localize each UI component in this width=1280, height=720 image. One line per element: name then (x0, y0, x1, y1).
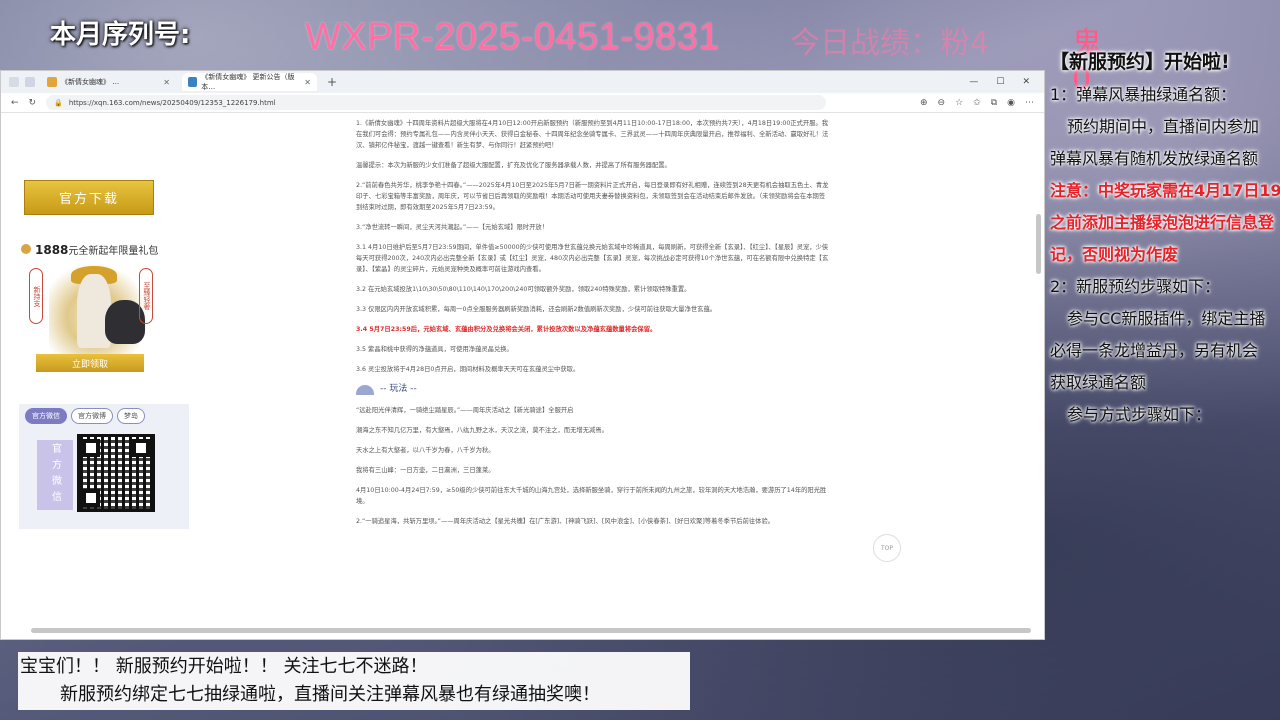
announcement-line: 参与方式步骤如下： (1067, 405, 1212, 424)
article-body: 1.《新倩女幽魂》十四周年资料片超级大服将在4月10日12:00开启新服预约（新… (356, 118, 831, 536)
tab-actions-icon[interactable] (9, 77, 19, 87)
qr-finder-mark (82, 489, 100, 507)
announcement-notice: 注意：中奖玩家需在4月17日19点 (1050, 181, 1280, 200)
giftpack-side-label-right: 至臻轻奢 (139, 268, 153, 324)
giftpack-card: 1888元全新起年限量礼包 新持支 至臻轻奢 立即领取 (19, 242, 189, 377)
coin-icon (21, 244, 31, 254)
collections-icon[interactable]: ⧉ (991, 98, 997, 108)
giftpack-amount: 1888 (35, 243, 69, 257)
announcement-heading: 【新服预约】开始啦! (1050, 51, 1230, 73)
stream-top-bar: 本月序列号: WXPR-2025-0451-9831 今日战绩：粉4 鬼0 (0, 0, 1102, 97)
new-tab-button[interactable]: + (327, 75, 337, 89)
article-paragraph: 3.5 紫晶和桃中获得的净蕴道具，可使用净蕴灵晶兑换。 (356, 346, 513, 353)
horizontal-scrollbar[interactable] (31, 628, 1031, 633)
article-paragraph: 3.4 5月7日23:59后，元始玄域、玄蕴由积分及兑换将会关闭，累计投放次数以… (356, 326, 657, 333)
tab-official-weibo[interactable]: 官方微博 (71, 408, 113, 424)
toolbar-icons: ⊕ ⊖ ☆ ✩ ⧉ ◉ ⋯ (920, 98, 1034, 108)
announcement-line: 获取绿通名额 (1050, 373, 1147, 392)
browser-window: 《新倩女幽魂》 … ✕ 《新倩女幽魂》 更新公告（版本… ✕ + — ☐ ✕ ←… (0, 70, 1045, 640)
qr-tabs: 官方微信 官方微博 梦岛 (25, 408, 145, 424)
favorite-star-icon[interactable]: ☆ (955, 98, 963, 108)
giftpack-side-label-left: 新持支 (29, 268, 43, 324)
lock-icon: 🔒 (54, 98, 63, 107)
zoom-icon[interactable]: ⊖ (938, 98, 946, 108)
tab-official-wechat[interactable]: 官方微信 (25, 408, 67, 424)
serial-value: WXPR-2025-0451-9831 (305, 16, 721, 58)
browser-toolbar: ← ↻ 🔒 https://xqn.163.com/news/20250409/… (1, 93, 1044, 113)
claim-now-button[interactable]: 立即领取 (36, 354, 144, 372)
announcement-panel: 【新服预约】开始啦! 1：弹幕风暴抽绿通名额： 预约期间中，直播间内参加 弹幕风… (1045, 45, 1280, 425)
character-illustration (49, 262, 149, 354)
qr-finder-mark (82, 439, 100, 457)
profile-icon[interactable]: ◉ (1007, 98, 1015, 108)
browser-tab-2[interactable]: 《新倩女幽魂》 更新公告（版本… ✕ (182, 73, 317, 91)
qr-code (77, 434, 155, 512)
banner-line-1: 宝宝们！！ 新服预约开始啦！！ 关注七七不迷路！ (20, 656, 428, 677)
article-paragraph: 3.2 在元始玄域投放1\10\30\50\80\110\140\170\200… (356, 286, 691, 293)
favorites-icon[interactable]: ✩ (973, 98, 981, 108)
maximize-button[interactable]: ☐ (996, 77, 1004, 87)
article-paragraph: 3.1 4月10日维护后至5月7日23:59期间，单件值≥50000的少侠可使用… (356, 244, 829, 273)
article-paragraph: 3.“净世流转一瞬间，灵尘天河共潮起。”——【元始玄域】限时开放！ (356, 224, 548, 231)
minimize-button[interactable]: — (969, 77, 978, 87)
url-text: https://xqn.163.com/news/20250409/12353_… (68, 98, 276, 107)
article-paragraph: 4月10日10:00-4月24日7:59，≥50级的少侠可前往东大千城的山海九宫… (356, 487, 827, 505)
giftpack-text: 元全新起年限量礼包 (68, 246, 159, 257)
refresh-icon[interactable]: ↻ (29, 98, 37, 108)
address-bar[interactable]: 🔒 https://xqn.163.com/news/20250409/1235… (46, 95, 827, 110)
announcement-item-2-title: 2：新服预约步骤如下： (1050, 277, 1221, 296)
window-controls: — ☐ ✕ (969, 77, 1044, 87)
site-favicon-icon (47, 77, 57, 87)
announcement-line: 必得一条龙增益丹，另有机会 (1050, 341, 1259, 360)
giftpack-title: 1888元全新起年限量礼包 (35, 242, 158, 257)
announcement-line: 参与CC新服插件，绑定主播 (1067, 309, 1266, 328)
article-paragraph: 1.《新倩女幽魂》十四周年资料片超级大服将在4月10日12:00开启新服预约（新… (356, 120, 829, 149)
tab-title: 《新倩女幽魂》 更新公告（版本… (201, 73, 295, 91)
score-text: 今日战绩：粉4 (790, 26, 990, 61)
left-panel: 官方下载 1888元全新起年限量礼包 新持支 至臻轻奢 立即领取 官方微信 官方… (19, 114, 189, 584)
article-paragraph: 潮海之东不知几亿万里，有大壑焉，八纮九野之水，天汉之流，莫不注之，而无增无减焉。 (356, 427, 608, 434)
back-to-top-button[interactable]: TOP (873, 534, 901, 562)
section-heading: -- 玩法 -- (356, 384, 831, 395)
official-download-button[interactable]: 官方下载 (24, 180, 154, 215)
workspaces-icon[interactable] (25, 77, 35, 87)
more-menu-icon[interactable]: ⋯ (1025, 98, 1034, 108)
close-tab-icon[interactable]: ✕ (304, 78, 311, 87)
vertical-scrollbar[interactable] (1036, 214, 1041, 274)
announcement-item-1-title: 1：弹幕风暴抽绿通名额： (1050, 85, 1237, 104)
article-paragraph: “远赴阳光伴清辉，一骑绝尘踏星辰。”——周年庆活动之【新光骑途】全服开启 (356, 407, 574, 414)
tab-strip: 《新倩女幽魂》 … ✕ 《新倩女幽魂》 更新公告（版本… ✕ + — ☐ ✕ (1, 71, 1044, 93)
qr-card: 官方微信 官方微博 梦岛 官方微信 (19, 404, 189, 529)
article-paragraph: 3.3 仅限区内内开放玄域积累，每周一0点全服服务器刷新奖励消耗，还会刷新2数值… (356, 306, 717, 313)
article-paragraph: 温馨提示：本次为新服的少女们准备了超级大服配置，扩充及优化了服务器承载人数，并提… (356, 162, 671, 169)
article-paragraph: 我将有三山峰：一日方壶，二日瀛洲，三日蓬莱。 (356, 467, 495, 474)
site-favicon-icon (188, 77, 198, 87)
section-heading-text: -- 玩法 -- (380, 384, 417, 394)
fan-ornament-icon (356, 384, 374, 395)
announcement-notice: 记，否则视为作废 (1050, 245, 1179, 264)
article-paragraph: 3.6 灵尘投放将于4月28日0点开启，期间材料及概率天天可在玄蕴灵尘中获取。 (356, 366, 580, 373)
article-paragraph: 2.“前前春色共芳华，桃李争艳十四春。”——2025年4月10日至2025年5月… (356, 182, 829, 211)
announcement-notice: 之前添加主播绿泡泡进行信息登 (1050, 213, 1275, 232)
banner-line-2: 新服预约绑定七七抽绿通啦，直播间关注弹幕风暴也有绿通抽奖噢！ (60, 684, 600, 705)
qr-finder-mark (132, 439, 150, 457)
announcement-line: 预约期间中，直播间内参加 (1067, 117, 1260, 136)
article-paragraph: 天水之上有大壑者，以八千岁为春，八千岁为秋。 (356, 447, 495, 454)
browser-tab-1[interactable]: 《新倩女幽魂》 … ✕ (41, 73, 176, 91)
translate-icon[interactable]: ⊕ (920, 98, 928, 108)
close-tab-icon[interactable]: ✕ (163, 78, 170, 87)
web-page-content: 官方下载 1888元全新起年限量礼包 新持支 至臻轻奢 立即领取 官方微信 官方… (1, 114, 1044, 639)
bottom-banner: 宝宝们！！ 新服预约开始啦！！ 关注七七不迷路！ 新服预约绑定七七抽绿通啦，直播… (18, 652, 690, 710)
article-paragraph: 2.“一骑追星海，共斩万里坝。”——周年庆活动之【星光共魄】在[广东游]、[神骑… (356, 518, 775, 525)
back-icon[interactable]: ← (11, 98, 19, 108)
tab-dream-island[interactable]: 梦岛 (117, 408, 145, 424)
close-window-button[interactable]: ✕ (1022, 77, 1030, 87)
wechat-label: 官方微信 (37, 440, 73, 510)
serial-label: 本月序列号: (50, 20, 191, 50)
tab-title: 《新倩女幽魂》 … (61, 78, 120, 86)
announcement-line: 弹幕风暴有随机发放绿通名额 (1050, 149, 1259, 168)
